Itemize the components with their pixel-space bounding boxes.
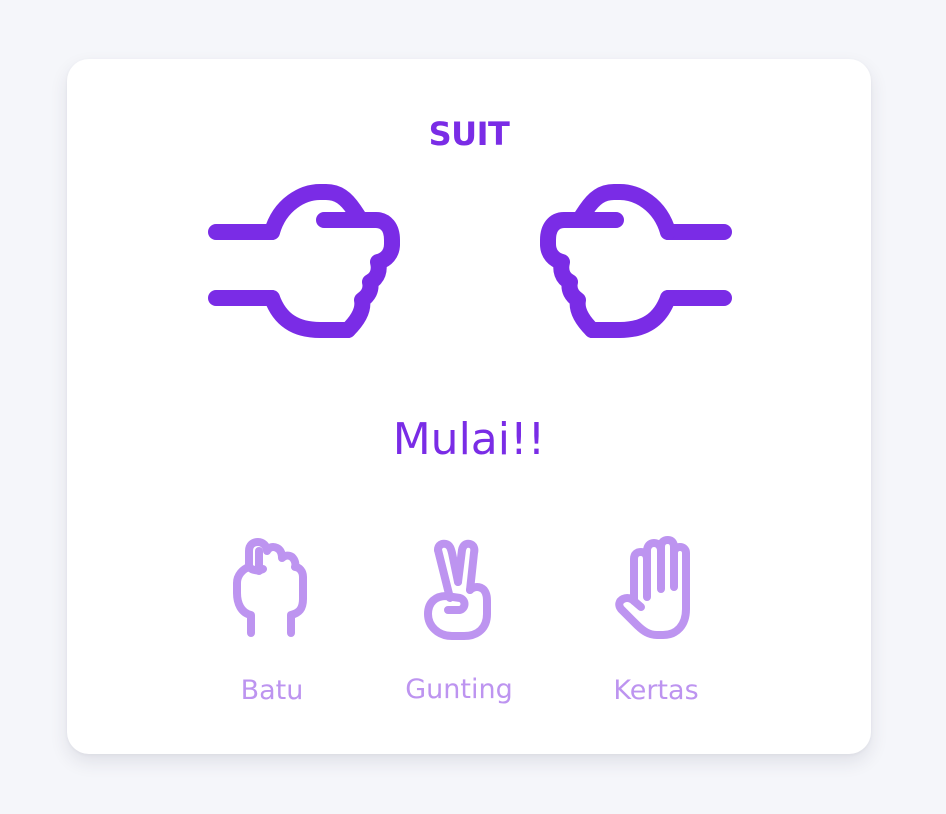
pointing-hand-left-icon — [540, 184, 732, 338]
choice-gunting-button[interactable]: Gunting — [394, 537, 524, 707]
choice-batu-button[interactable]: Batu — [207, 537, 337, 707]
choice-kertas-button[interactable]: Kertas — [591, 536, 721, 707]
fist-icon — [233, 538, 307, 637]
game-title: SUIT — [428, 115, 510, 153]
open-palm-icon — [615, 536, 690, 639]
choice-batu-label: Batu — [240, 675, 304, 706]
choice-kertas-label: Kertas — [613, 675, 699, 706]
pointing-hand-right-icon — [208, 184, 400, 338]
choice-gunting-label: Gunting — [405, 673, 513, 705]
game-card: SUIT Mulai!! Batu Gunting Kertas — [67, 59, 871, 754]
victory-hand-icon — [424, 539, 491, 640]
game-status: Mulai!! — [392, 414, 546, 465]
